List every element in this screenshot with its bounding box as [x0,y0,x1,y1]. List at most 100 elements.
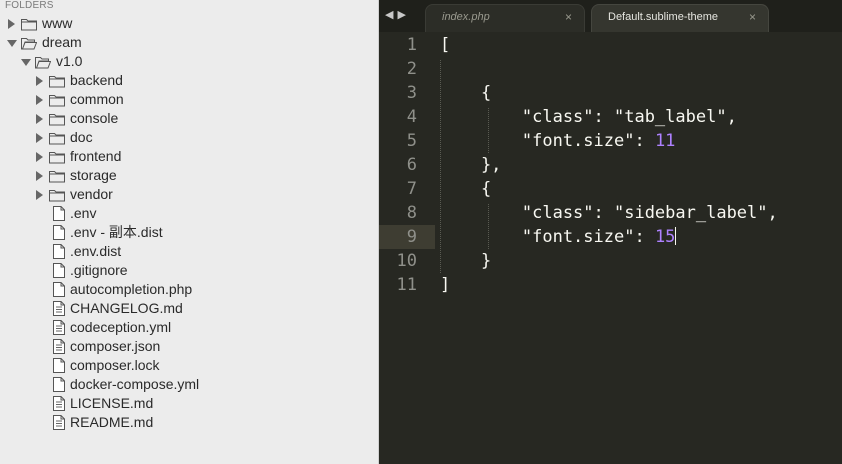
tree-item-label: .env.dist [70,243,122,259]
tree-file[interactable]: CHANGELOG.md [0,299,378,318]
file-text-icon [53,339,69,354]
code-line[interactable]: 9 "font.size": 15 [379,225,842,249]
code-line[interactable]: 8 "class": "sidebar_label", [379,201,842,225]
code-text: "class": "tab_label", [440,105,737,129]
code-line[interactable]: 5 "font.size": 11 [379,129,842,153]
tree-file[interactable]: composer.lock [0,356,378,375]
code-token: "class": "tab_label", [440,107,737,127]
tree-item-label: composer.json [70,338,161,354]
tree-folder[interactable]: v1.0 [0,52,378,71]
folder-icon [49,74,65,88]
disclosure-right-icon[interactable] [6,14,18,33]
code-line[interactable]: 4 "class": "tab_label", [379,105,842,129]
disclosure-down-icon[interactable] [6,33,18,52]
disclosure-right-icon[interactable] [34,109,46,128]
tree-item-label: doc [70,129,93,145]
tree-file[interactable]: LICENSE.md [0,394,378,413]
tree-file[interactable]: composer.json [0,337,378,356]
code-area[interactable]: 1[2 3 {4 "class": "tab_label", 5 "font.siz… [379,32,842,464]
tab-default-sublime-theme[interactable]: Default.sublime-theme × [591,4,769,32]
tree-item-label: v1.0 [56,53,83,69]
sidebar: FOLDERS www dream v1.0 backend common console… [0,0,379,464]
tree-file[interactable]: .env.dist [0,242,378,261]
code-text: "font.size": 11 [440,129,676,153]
tab-index-php[interactable]: index.php × [425,4,585,32]
folder-icon [21,17,37,31]
code-text: } [440,249,491,273]
line-number: 2 [406,59,417,79]
tree-file[interactable]: .env [0,204,378,223]
tree-folder[interactable]: dream [0,33,378,52]
file-text-icon [53,301,69,316]
tree-item-label: .env - 副本.dist [70,224,163,240]
disclosure-right-icon[interactable] [34,147,46,166]
tree-folder[interactable]: common [0,90,378,109]
code-text: { [440,81,491,105]
editor: ◀▶ index.php × Default.sublime-theme × 1… [379,0,842,464]
indent-guide [488,204,489,249]
tree-item-label: CHANGELOG.md [70,300,183,316]
disclosure-right-icon[interactable] [34,90,46,109]
tree-file[interactable]: .env - 副本.dist [0,223,378,242]
file-icon [53,244,69,259]
file-text-icon [53,415,69,430]
tree-folder[interactable]: backend [0,71,378,90]
sidebar-title: FOLDERS [5,0,54,11]
tree-file[interactable]: autocompletion.php [0,280,378,299]
tree-file[interactable]: README.md [0,413,378,432]
line-number: 10 [396,251,417,271]
code-token: "font.size": [440,227,655,247]
close-icon[interactable]: × [565,10,572,24]
tree-item-label: www [42,15,73,31]
code-line[interactable]: 6 }, [379,153,842,177]
text-cursor [675,227,677,245]
tree-item-label: common [70,91,124,107]
tab-label: Default.sublime-theme [608,11,719,23]
tree-item-label: composer.lock [70,357,160,373]
file-text-icon [53,320,69,335]
tree-folder[interactable]: frontend [0,147,378,166]
line-number: 9 [406,227,417,247]
tree-file[interactable]: codeception.yml [0,318,378,337]
tree-folder[interactable]: www [0,14,378,33]
folder-icon [49,112,65,126]
disclosure-right-icon[interactable] [34,128,46,147]
file-icon [53,263,69,278]
code-token: { [440,83,492,103]
tree-item-label: dream [42,34,82,50]
folder-icon [49,169,65,183]
tree-folder[interactable]: storage [0,166,378,185]
file-icon [53,206,69,221]
tab-next-icon[interactable]: ▶ [397,9,409,21]
code-line[interactable]: 7 { [379,177,842,201]
tree-item-label: LICENSE.md [70,395,154,411]
tree-file[interactable]: .gitignore [0,261,378,280]
code-line[interactable]: 11] [379,273,842,297]
disclosure-right-icon[interactable] [34,166,46,185]
disclosure-right-icon[interactable] [34,185,46,204]
disclosure-down-icon[interactable] [20,52,32,71]
tab-prev-icon[interactable]: ◀ [385,9,397,21]
disclosure-right-icon[interactable] [34,71,46,90]
close-icon[interactable]: × [749,10,756,24]
code-line[interactable]: 10 } [379,249,842,273]
file-icon [53,225,69,240]
line-number: 4 [406,107,417,127]
indent-guide [488,108,489,153]
tree-folder[interactable]: doc [0,128,378,147]
code-line[interactable]: 3 { [379,81,842,105]
tree-folder[interactable]: console [0,109,378,128]
code-text: "font.size": 15 [440,225,677,249]
code-number: 15 [654,227,676,247]
tree-item-label: README.md [70,414,154,430]
code-token: [ [440,35,451,55]
code-token: } [440,251,492,271]
tree-item-label: autocompletion.php [70,281,193,297]
code-line[interactable]: 1[ [379,33,842,57]
tree-folder[interactable]: vendor [0,185,378,204]
folder-icon [49,131,65,145]
file-icon [53,282,69,297]
tree-file[interactable]: docker-compose.yml [0,375,378,394]
tree-item-label: docker-compose.yml [70,376,200,392]
code-line[interactable]: 2 [379,57,842,81]
